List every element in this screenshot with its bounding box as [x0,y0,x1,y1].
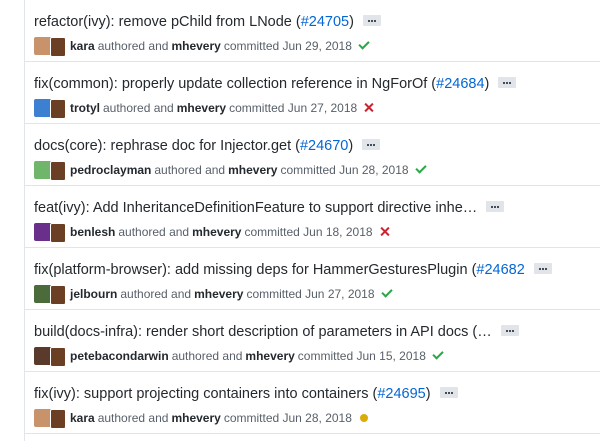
commit-meta: trotyl authored and mhevery committed Jun 2… [34,98,374,119]
commit-meta: petebacondarwin authored and mhevery commit… [34,346,443,367]
authored-label: authored and [154,163,226,177]
commit-date: committed Jun 29, 2018 [223,39,352,53]
commit-row: docs(core): rephrase doc for Injector.ge… [25,124,600,186]
commit-title[interactable]: fix(ivy): support projecting containers … [34,385,458,403]
commit-row: feat(ivy): Add InheritanceDefinitionFeat… [25,186,600,248]
avatar-stack[interactable] [34,223,66,243]
issue-link[interactable]: #24684 [436,76,484,92]
committer-link[interactable]: mhevery [228,163,277,177]
commit-row: fix(common): properly update collection … [25,62,600,124]
committer-avatar[interactable] [50,99,66,119]
commit-message-end[interactable]: ) [349,14,354,30]
commit-row: refactor(ivy): remove pChild from LNode … [25,0,600,62]
author-link[interactable]: benlesh [70,225,115,239]
commit-message-end[interactable]: ) [485,76,490,92]
avatar-stack[interactable] [34,347,66,367]
committer-link[interactable]: mhevery [171,411,220,425]
commit-message[interactable]: fix(platform-browser): add missing deps … [34,262,476,278]
issue-link[interactable]: #24695 [377,386,425,402]
check-icon[interactable] [433,351,443,361]
commit-date: committed Jun 28, 2018 [280,163,409,177]
commit-row: build(docs-infra): render short descript… [25,310,600,372]
authored-label: authored and [97,411,169,425]
check-icon[interactable] [416,165,426,175]
committer-avatar[interactable] [50,409,66,429]
commit-date: committed Jun 27, 2018 [229,101,358,115]
commit-meta: kara authored and mhevery committed Jun 29,… [34,36,369,57]
expand-message-button[interactable] [486,200,505,212]
commit-message-end[interactable]: ) [426,386,431,402]
commit-title[interactable]: docs(core): rephrase doc for Injector.ge… [34,137,381,155]
x-icon[interactable] [364,103,374,113]
authored-label: authored and [103,101,174,115]
commit-message[interactable]: fix(common): properly update collection … [34,76,436,92]
check-icon[interactable] [382,289,392,299]
commit-meta: benlesh authored and mhevery committed Jun … [34,222,390,243]
authored-label: authored and [97,39,169,53]
commit-message[interactable]: feat(ivy): Add InheritanceDefinitionFeat… [34,200,477,216]
check-icon[interactable] [359,41,369,51]
commit-meta: pedroclayman authored and mhevery committed… [34,160,426,181]
author-link[interactable]: pedroclayman [70,163,151,177]
authored-label: authored and [171,349,243,363]
commit-message[interactable]: refactor(ivy): remove pChild from LNode … [34,14,301,30]
committer-link[interactable]: mhevery [171,39,220,53]
commit-title[interactable]: refactor(ivy): remove pChild from LNode … [34,13,381,31]
committer-avatar[interactable] [50,285,66,305]
committer-avatar[interactable] [50,37,66,57]
x-icon[interactable] [380,227,390,237]
committer-link[interactable]: mhevery [177,101,226,115]
avatar-stack[interactable] [34,99,66,119]
committer-avatar[interactable] [50,223,66,243]
commit-title[interactable]: build(docs-infra): render short descript… [34,323,519,341]
expand-message-button[interactable] [498,76,517,88]
commit-message-end[interactable]: ) [348,138,353,154]
expand-message-button[interactable] [439,386,458,398]
committer-avatar[interactable] [50,161,66,181]
commit-title[interactable]: fix(platform-browser): add missing deps … [34,261,552,279]
commit-list: refactor(ivy): remove pChild from LNode … [24,0,600,441]
commit-message[interactable]: fix(ivy): support projecting containers … [34,386,377,402]
commit-date: committed Jun 15, 2018 [297,349,426,363]
authored-label: authored and [120,287,192,301]
issue-link[interactable]: #24670 [300,138,348,154]
avatar-stack[interactable] [34,285,66,305]
expand-message-button[interactable] [362,14,381,26]
committer-avatar[interactable] [50,347,66,367]
avatar-stack[interactable] [34,409,66,429]
authored-label: authored and [118,225,190,239]
commit-row: fix(ivy): support projecting containers … [25,372,600,434]
commit-date: committed Jun 27, 2018 [246,287,375,301]
expand-message-button[interactable] [362,138,381,150]
author-link[interactable]: trotyl [70,101,100,115]
commit-date: committed Jun 28, 2018 [223,411,352,425]
author-link[interactable]: jelbourn [70,287,117,301]
issue-link[interactable]: #24682 [476,262,524,278]
expand-message-button[interactable] [533,262,552,274]
expand-message-button[interactable] [500,324,519,336]
author-link[interactable]: kara [70,411,95,425]
commit-title[interactable]: feat(ivy): Add InheritanceDefinitionFeat… [34,199,505,217]
commit-row: fix(platform-browser): add missing deps … [25,248,600,310]
commit-message[interactable]: build(docs-infra): render short descript… [34,324,492,340]
issue-link[interactable]: #24705 [301,14,349,30]
commit-title[interactable]: fix(common): properly update collection … [34,75,517,93]
avatar-stack[interactable] [34,161,66,181]
commit-message[interactable]: docs(core): rephrase doc for Injector.ge… [34,138,300,154]
commit-meta: kara authored and mhevery committed Jun 28,… [34,408,369,429]
avatar-stack[interactable] [34,37,66,57]
author-link[interactable]: petebacondarwin [70,349,169,363]
commit-meta: jelbourn authored and mhevery committed Jun… [34,284,392,305]
committer-link[interactable]: mhevery [192,225,241,239]
commit-date: committed Jun 18, 2018 [244,225,373,239]
committer-link[interactable]: mhevery [245,349,294,363]
dot-icon[interactable] [359,413,369,423]
author-link[interactable]: kara [70,39,95,53]
committer-link[interactable]: mhevery [194,287,243,301]
